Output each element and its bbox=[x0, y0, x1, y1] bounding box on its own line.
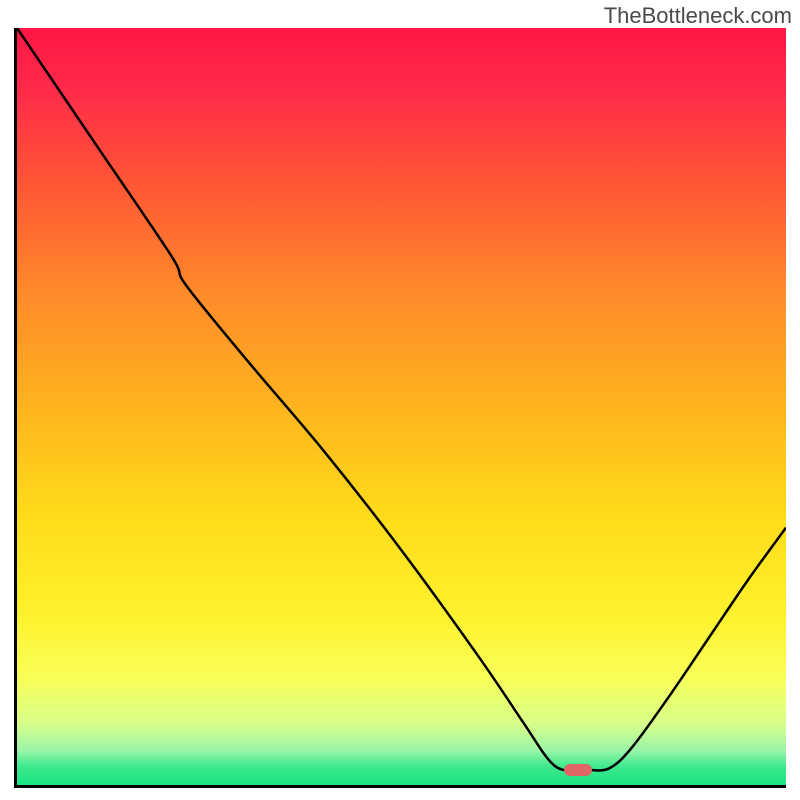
watermark-text: TheBottleneck.com bbox=[604, 3, 792, 29]
chart-line-layer bbox=[17, 28, 786, 785]
bottleneck-curve bbox=[17, 28, 786, 771]
optimal-range-marker bbox=[564, 764, 592, 776]
